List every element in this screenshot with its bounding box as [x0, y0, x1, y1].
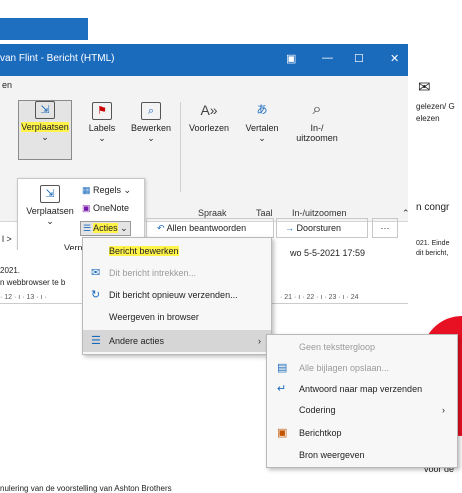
flag-icon: ⚑	[92, 102, 112, 120]
reply-all-icon: ↶	[157, 223, 165, 233]
attachment-icon: ▤	[277, 362, 288, 374]
popup-verplaatsen-button[interactable]: ⇲ Verplaatsen ⌄	[22, 185, 78, 227]
window-title: van Flint - Bericht (HTML)	[0, 53, 115, 64]
submenu-arrow-icon: ›	[258, 336, 261, 346]
menu-item-bericht-bewerken[interactable]: Bericht bewerken	[83, 240, 271, 262]
menu-item-codering[interactable]: Codering ›	[267, 400, 457, 420]
open-envelope-icon[interactable]: ✉	[418, 78, 431, 96]
voorlezen-button[interactable]: A» Voorlezen	[184, 102, 234, 133]
blue-strip	[0, 18, 88, 40]
nav-arrow[interactable]: l >	[2, 234, 12, 244]
verplaatsen-button[interactable]: ⇲ Verplaatsen ⌄	[18, 100, 72, 160]
read-label: elezen	[416, 114, 440, 123]
menu-item-weergeven-browser[interactable]: Weergeven in browser	[83, 306, 271, 328]
menu-item-antwoord-map[interactable]: ↵ Antwoord naar map verzenden	[267, 379, 457, 399]
zoom-button[interactable]: ⌕ In-/ uitzoomen	[292, 101, 342, 144]
group-spraak: Spraak	[198, 208, 227, 218]
onenote-icon: ▣	[82, 203, 91, 213]
group-zoom: In-/uitzoomen	[292, 208, 347, 218]
message-date: wo 5-5-2021 17:59	[290, 248, 366, 258]
andere-acties-submenu: Geen teksttergloop ▤ Alle bijlagen opslaa…	[266, 334, 458, 468]
reply-folder-icon: ↵	[277, 383, 287, 395]
body-text: 2021.	[0, 266, 21, 275]
body-text: dit bericht,	[416, 250, 449, 257]
forward-icon: →	[285, 223, 294, 233]
other-actions-icon: ☰	[91, 335, 101, 347]
maximize-icon[interactable]: ☐	[354, 52, 364, 65]
submenu-arrow-icon: ›	[442, 405, 445, 415]
acties-button[interactable]: ☰ Acties ⌄	[80, 221, 131, 236]
menu-item-bron-weergeven[interactable]: Bron weergeven	[267, 445, 457, 465]
recall-icon: ✉	[91, 267, 101, 279]
top-strip	[0, 0, 462, 40]
vertalen-button[interactable]: あ Vertalen ⌄	[240, 102, 284, 144]
body-text: nulering van de voorstelling van Ashton …	[0, 484, 172, 493]
restore-layout-icon[interactable]: ▣	[286, 52, 296, 65]
zoom-icon: ⌕	[312, 101, 322, 118]
more-actions-icon[interactable]: ···	[372, 218, 398, 238]
title-bar: van Flint - Bericht (HTML) ▣ — ☐ ✕	[0, 44, 420, 76]
body-text: n congr	[416, 202, 450, 213]
labels-button[interactable]: ⚑ Labels ⌄	[82, 102, 122, 144]
reply-all-button[interactable]: ↶ Allen beantwoorden	[146, 218, 274, 238]
regels-button[interactable]: ▦ Regels ⌄	[82, 185, 131, 196]
move-icon: ⇲	[40, 185, 60, 203]
close-icon[interactable]: ✕	[390, 52, 399, 65]
tab-label[interactable]: en	[2, 80, 12, 90]
move-icon: ⇲	[35, 101, 55, 119]
menu-item-opnieuw-verzenden[interactable]: ↻ Dit bericht opnieuw verzenden...	[83, 284, 271, 306]
header-checkbox-icon: ▣	[277, 427, 288, 439]
menu-item-intrekken[interactable]: ✉ Dit bericht intrekken...	[83, 262, 271, 284]
rules-icon: ▦	[82, 185, 91, 195]
bewerken-button[interactable]: ⌕ Bewerken ⌄	[128, 102, 174, 144]
read-unread-label: gelezen/ G	[416, 102, 455, 111]
group-taal: Taal	[256, 208, 273, 218]
minimize-icon[interactable]: —	[322, 52, 333, 64]
onenote-button[interactable]: ▣ OneNote	[82, 203, 129, 214]
menu-item-andere-acties[interactable]: ☰ Andere acties ›	[83, 330, 271, 352]
body-text: 021. Einde	[416, 240, 450, 247]
body-text: n webbrowser te b	[0, 278, 66, 287]
menu-item-geen-terugloop[interactable]: Geen teksttergloop	[267, 337, 457, 357]
read-aloud-icon: A»	[200, 102, 218, 118]
actions-icon: ☰	[83, 223, 92, 233]
acties-menu: Bericht bewerken ✉ Dit bericht intrekken.…	[82, 237, 272, 355]
menu-item-berichtkop[interactable]: ▣ Berichtkop	[267, 423, 457, 443]
translate-icon: あ	[256, 104, 268, 116]
resend-icon: ↻	[91, 289, 101, 301]
divider	[180, 102, 181, 192]
menu-item-bijlagen-opslaan[interactable]: ▤ Alle bijlagen opslaan...	[267, 358, 457, 378]
search-icon: ⌕	[141, 102, 161, 120]
forward-button[interactable]: → Doorsturen	[276, 218, 368, 238]
